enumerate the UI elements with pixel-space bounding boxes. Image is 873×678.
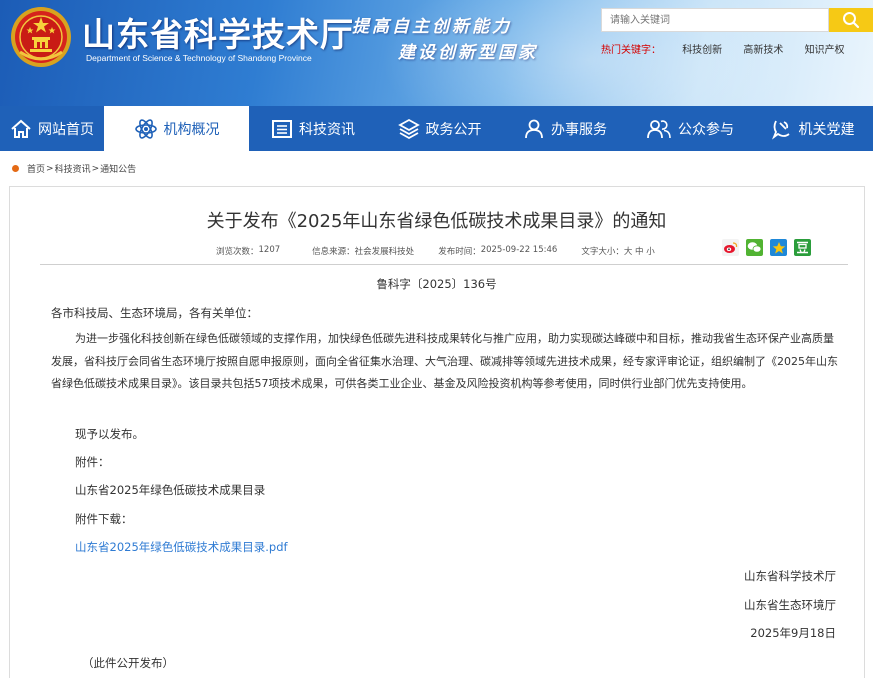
source-value: 社会发展科技处 (354, 247, 415, 257)
breadcrumb-notices-link[interactable]: 通知公告 (100, 162, 136, 175)
party-icon (771, 120, 790, 140)
douban-share-button[interactable] (794, 239, 811, 256)
font-size-options[interactable]: 大 中 小 (624, 245, 655, 257)
qzone-share-button[interactable] (770, 239, 787, 256)
site-title-english: Department of Science & Technology of Sh… (86, 53, 312, 63)
attachment-download-link[interactable]: 山东省2025年绿色低碳技术成果目录.pdf (75, 539, 288, 555)
time-label: 发布时间： (438, 247, 481, 257)
nav-item-label: 机关党建 (798, 121, 855, 138)
nav-item-label: 办事服务 (551, 121, 607, 138)
publication-note: （此件公开发布） (82, 656, 174, 670)
article-meta: 浏览次数： 1207 信息来源： 社会发展科技处 发布时间： 2025-09-2… (216, 245, 655, 257)
breadcrumb-home-link[interactable]: 首页 (27, 162, 45, 175)
douban-icon (797, 241, 808, 254)
people-icon (647, 119, 671, 138)
meta-divider (40, 264, 848, 265)
nav-item-tech-news[interactable]: 科技资讯 (249, 106, 377, 151)
download-label: 附件下载： (75, 512, 133, 526)
wechat-share-button[interactable] (746, 239, 763, 256)
time-value: 2025-09-22 15:46 (480, 245, 558, 255)
publish-statement: 现予以发布。 (75, 427, 144, 441)
article-title: 关于发布《2025年山东省绿色低碳技术成果目录》的通知 (206, 211, 667, 232)
issue-date: 2025年9月18日 (750, 626, 836, 640)
breadcrumb-separator: > (91, 163, 100, 174)
slogan-line-2: 建设创新型国家 (398, 43, 538, 63)
nav-item-label: 机构概况 (163, 121, 220, 138)
person-icon (525, 119, 543, 138)
hot-keyword-link[interactable]: 知识产权 (805, 45, 845, 56)
weibo-share-button[interactable] (722, 239, 739, 256)
home-icon (11, 119, 31, 138)
breadcrumb-separator: > (46, 163, 54, 174)
attachment-name: 山东省2025年绿色低碳技术成果目录 (75, 483, 266, 497)
signer-science-dept: 山东省科学技术厅 (744, 569, 836, 583)
attachment-label: 附件： (75, 455, 110, 469)
search-input[interactable] (601, 8, 829, 32)
nav-item-public-participation[interactable]: 公众参与 (628, 106, 752, 151)
layers-icon (397, 118, 420, 139)
font-size-label: 文字大小： (581, 247, 624, 257)
hot-keywords-label: 热门关键字： (601, 45, 661, 56)
nav-item-gov-affairs[interactable]: 政务公开 (377, 106, 502, 151)
nav-item-label: 网站首页 (38, 121, 94, 138)
star-icon (772, 241, 785, 254)
views-label: 浏览次数： (216, 247, 259, 257)
nav-item-label: 政务公开 (425, 121, 482, 138)
slogan-line-1: 提高自主创新能力 (352, 17, 512, 37)
weibo-icon (724, 242, 738, 253)
hot-keyword-link[interactable]: 高新技术 (743, 45, 783, 56)
hot-keywords: 热门关键字： 科技创新 高新技术 知识产权 (601, 41, 845, 56)
body-paragraph: 为进一步强化科技创新在绿色低碳领域的支撑作用，加快绿色低碳先进科技成果转化与推广… (51, 332, 838, 390)
nav-item-services[interactable]: 办事服务 (502, 106, 628, 151)
hot-keyword-link[interactable]: 科技创新 (682, 45, 722, 56)
source-label: 信息来源： (312, 247, 355, 257)
site-title: 山东省科学技术厅 (82, 15, 354, 54)
breadcrumb-tech-news-link[interactable]: 科技资讯 (55, 162, 91, 175)
breadcrumb: 首页 > 科技资讯 > 通知公告 (12, 162, 136, 175)
atom-icon (134, 118, 157, 139)
views-count: 1207 (258, 245, 281, 255)
nav-item-label: 科技资讯 (299, 121, 355, 138)
document-number: 鲁科字〔2025〕136号 (376, 277, 497, 291)
share-bar (722, 239, 818, 256)
search-button[interactable] (829, 8, 873, 32)
nav-item-institution[interactable]: 机构概况 (104, 106, 249, 151)
breadcrumb-dot-icon (12, 165, 19, 172)
newspaper-icon (272, 119, 292, 138)
search-icon (843, 12, 860, 29)
nav-item-party-building[interactable]: 机关党建 (752, 106, 873, 151)
salutation: 各市科技局、生态环境局，各有关单位： (51, 306, 258, 320)
nav-item-label: 公众参与 (678, 121, 734, 138)
main-nav: 网站首页 机构概况 科技资讯 政务公开 办事服务 公众参与 机关党建 (0, 106, 873, 151)
nav-item-home[interactable]: 网站首页 (0, 106, 104, 151)
national-emblem-icon (11, 7, 71, 67)
site-header: 山东省科学技术厅 Department of Science & Technol… (0, 0, 873, 106)
signer-ecology-dept: 山东省生态环境厅 (744, 598, 836, 612)
wechat-icon (747, 242, 762, 253)
